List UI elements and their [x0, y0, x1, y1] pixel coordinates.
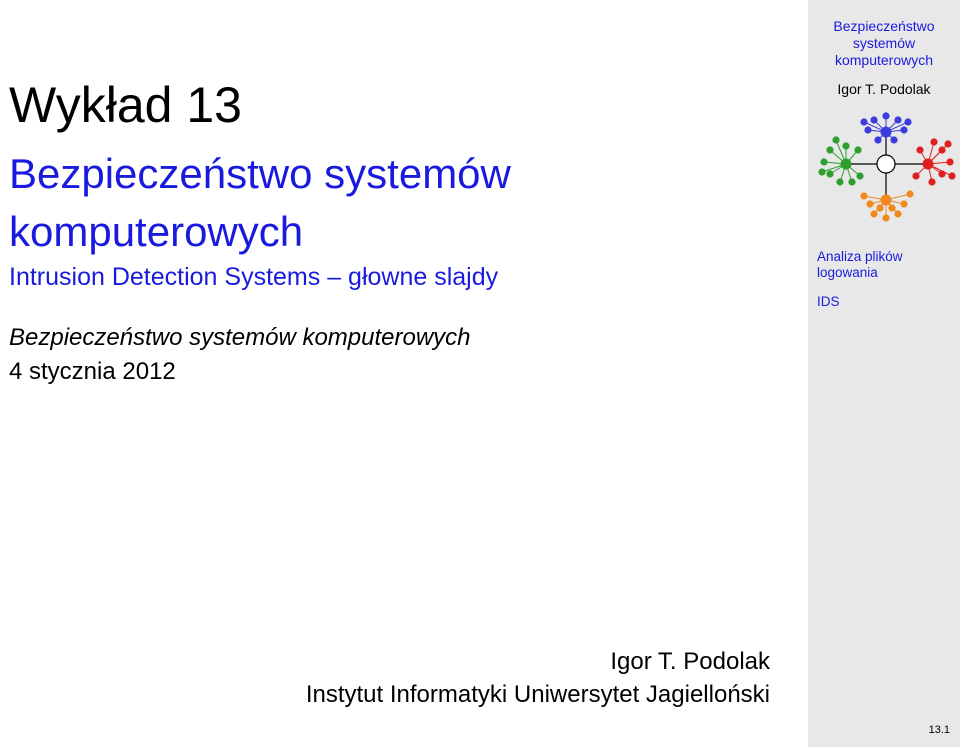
graph-node: [874, 136, 882, 144]
sidebar-nav-ids-label: IDS: [817, 294, 840, 309]
graph-node: [922, 158, 934, 170]
graph-node: [880, 126, 892, 138]
graph-node: [870, 210, 878, 218]
graph-node: [842, 142, 850, 150]
sidebar-nav-analiza-label: Analiza plików logowania: [817, 249, 903, 280]
graph-node: [832, 136, 840, 144]
graph-node: [848, 178, 856, 186]
graph-node: [948, 172, 956, 180]
sidebar-nav-ids[interactable]: IDS: [817, 294, 840, 310]
author-name: Igor T. Podolak: [610, 648, 770, 675]
graph-node: [930, 138, 938, 146]
slide-main: Wykład 13 Bezpieczeństwo systemów komput…: [0, 0, 808, 747]
graph-node: [938, 170, 946, 178]
graph-node: [866, 200, 874, 208]
graph-node: [840, 158, 852, 170]
graph-node: [836, 178, 844, 186]
graph-node: [894, 116, 902, 124]
graph-node: [870, 116, 878, 124]
graph-node: [860, 192, 868, 200]
graph-node: [888, 204, 896, 212]
sidebar-nav-analiza[interactable]: Analiza plików logowania: [817, 249, 960, 281]
date: 4 stycznia 2012: [9, 358, 176, 385]
author-institute: Instytut Informatyki Uniwersytet Jagiell…: [305, 681, 770, 708]
graph-node: [928, 178, 936, 186]
graph-node: [826, 146, 834, 154]
graph-node: [882, 112, 890, 120]
graph-node: [864, 126, 872, 134]
course-name: Bezpieczeństwo systemów komputerowych: [9, 324, 471, 351]
graph-node: [890, 136, 898, 144]
graph-hub-node: [876, 154, 896, 174]
cluster-graph-icon: [818, 112, 956, 222]
graph-node: [944, 140, 952, 148]
subtitle: Intrusion Detection Systems – głowne sla…: [9, 263, 499, 291]
graph-node: [900, 126, 908, 134]
graph-node: [946, 158, 954, 166]
graph-node: [880, 194, 892, 206]
slide-number: 13.1: [928, 724, 950, 736]
graph-node: [912, 172, 920, 180]
graph-node: [876, 204, 884, 212]
graph-node: [856, 172, 864, 180]
title-line-2: komputerowych: [9, 208, 304, 255]
graph-node: [820, 158, 828, 166]
graph-node: [854, 146, 862, 154]
graph-node: [900, 200, 908, 208]
sidebar-title-line-1: Bezpieczeństwo: [833, 18, 935, 34]
graph-node: [826, 170, 834, 178]
graph-node: [938, 146, 946, 154]
graph-node: [906, 190, 914, 198]
author-block: Igor T. Podolak Instytut Informatyki Uni…: [306, 645, 770, 711]
graph-node: [818, 168, 826, 176]
sidebar-author[interactable]: Igor T. Podolak: [808, 81, 960, 97]
graph-node: [860, 118, 868, 126]
sidebar-title[interactable]: Bezpieczeństwo systemów komputerowych: [808, 18, 960, 69]
graph-node: [894, 210, 902, 218]
sidebar-title-line-3: komputerowych: [834, 52, 934, 68]
lecture-title: Wykład 13: [9, 77, 242, 133]
graph-node: [904, 118, 912, 126]
graph-node: [916, 146, 924, 154]
title-line-1: Bezpieczeństwo systemów: [9, 150, 511, 197]
graph-node: [882, 214, 890, 222]
sidebar: Bezpieczeństwo systemów komputerowych Ig…: [808, 0, 960, 747]
sidebar-title-line-2: systemów: [852, 35, 916, 51]
